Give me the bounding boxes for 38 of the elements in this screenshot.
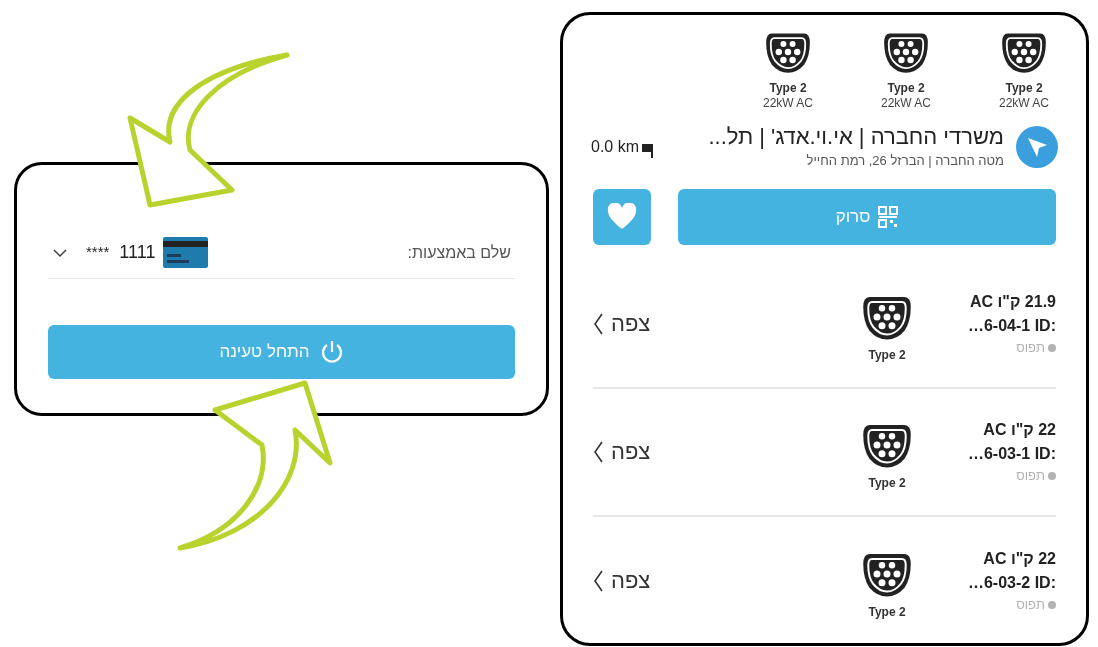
flag-icon [641, 142, 655, 159]
chevron-left-icon [593, 312, 603, 335]
charger-status: תפוס [1016, 595, 1045, 614]
station-address: מטה החברה | הברזל 26, רמת החייל [806, 152, 1004, 170]
charger-id: …6-03-2 ID: [967, 572, 1056, 593]
connector-power: 22kW AC [881, 96, 931, 111]
pay-with-label: שלם באמצעות: [407, 242, 511, 263]
view-link[interactable]: צפה [593, 564, 651, 597]
charger-power: 22 ק"ו AC [983, 419, 1056, 440]
charger-status: תפוס [1016, 466, 1045, 485]
charger-power: 21.9 ק"ו AC [970, 291, 1056, 312]
card-mask: **** [86, 242, 110, 263]
power-icon [319, 339, 344, 365]
card-number: 1111 [119, 241, 156, 264]
chevron-left-icon [593, 569, 603, 592]
view-link[interactable]: צפה [593, 435, 651, 468]
connector-type: Type 2 [868, 474, 906, 492]
connector-type: Type 2 [868, 603, 906, 621]
view-link[interactable]: צפה [593, 307, 651, 340]
navigation-icon[interactable] [1016, 125, 1058, 168]
charger-id: …6-03-1 ID: [967, 443, 1056, 464]
connector-power: 22kW AC [763, 96, 813, 111]
charger-power: 22 ק"ו AC [983, 548, 1056, 569]
heart-icon [607, 203, 637, 230]
chevron-down-icon[interactable] [52, 247, 68, 258]
favorite-button[interactable] [593, 188, 651, 245]
connector-type: Type 2 [1005, 81, 1043, 96]
connector-type: Type 2 [769, 81, 807, 96]
connector-power: 22kW AC [999, 96, 1049, 111]
station-title: משרדי החברה | אי.וי.אדג' | תל... [708, 123, 1004, 151]
chevron-left-icon [593, 440, 603, 463]
connector-type: Type 2 [868, 346, 906, 364]
charger-id: …6-04-1 ID: [967, 315, 1056, 336]
credit-card-icon [163, 237, 209, 268]
qr-code-icon [878, 205, 899, 228]
distance-text: 0.0 km [591, 136, 639, 157]
connector-type: Type 2 [887, 81, 925, 96]
charger-status: תפוס [1016, 338, 1045, 357]
